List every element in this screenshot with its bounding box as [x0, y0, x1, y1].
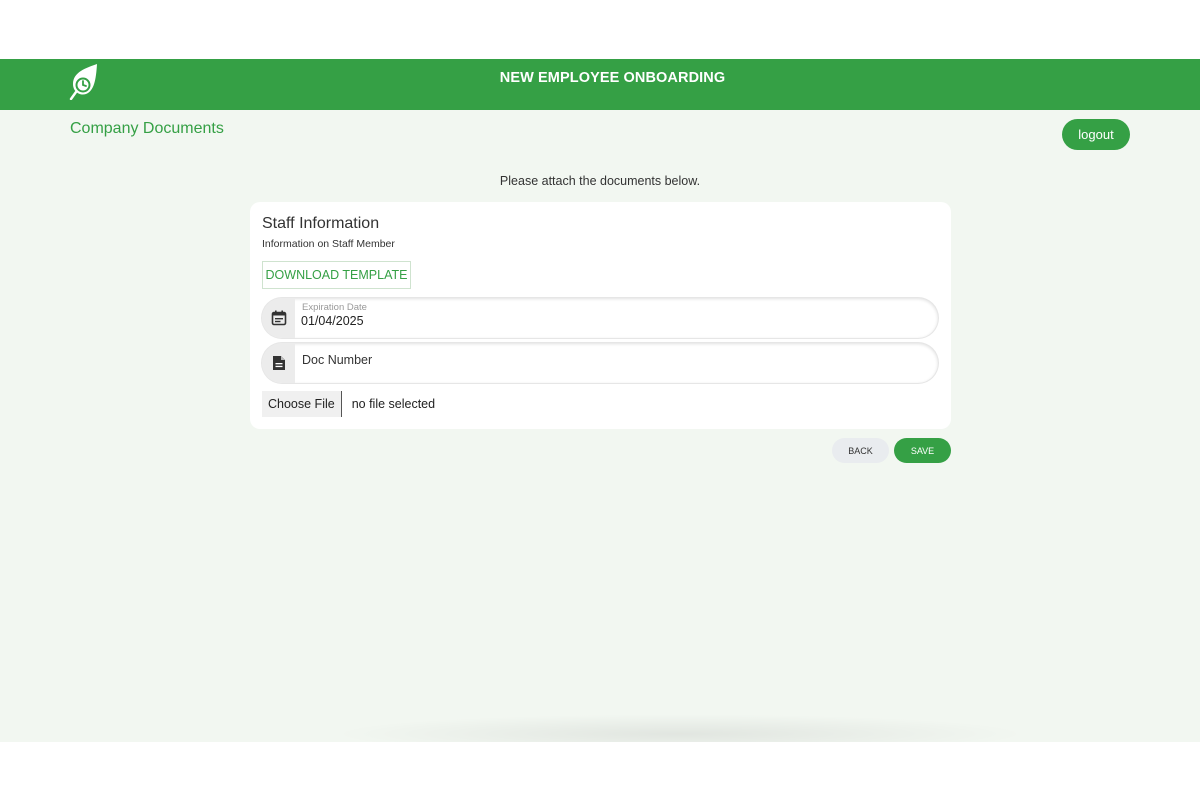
download-template-button[interactable]: DOWNLOAD TEMPLATE	[262, 261, 411, 289]
page-title: Company Documents	[70, 120, 224, 137]
expiration-date-label: Expiration Date	[302, 302, 367, 313]
logout-button[interactable]: logout	[1062, 119, 1130, 150]
doc-number-placeholder[interactable]: Doc Number	[302, 353, 372, 367]
top-bar: NEW EMPLOYEE ONBOARDING	[0, 59, 1200, 110]
app-title: NEW EMPLOYEE ONBOARDING	[499, 70, 726, 86]
expiration-icon-box	[262, 298, 295, 338]
card-subtitle: Information on Staff Member	[262, 238, 395, 250]
app-frame: NEW EMPLOYEE ONBOARDING Company Document…	[0, 59, 1200, 742]
doc-number-field[interactable]: Doc Number	[262, 343, 938, 383]
file-status: no file selected	[351, 397, 436, 411]
bottom-shadow	[330, 714, 1030, 742]
card-title: Staff Information	[262, 215, 380, 232]
staff-info-card: Staff Information Information on Staff M…	[250, 202, 951, 429]
expiration-date-field[interactable]: Expiration Date 01/04/2025	[262, 298, 938, 338]
instruction-text: Please attach the documents below.	[499, 174, 701, 188]
file-input: Choose File no file selected	[262, 391, 435, 417]
doc-number-icon-box	[262, 343, 295, 383]
choose-file-button[interactable]: Choose File	[262, 391, 342, 417]
document-icon	[272, 356, 285, 370]
expiration-date-value[interactable]: 01/04/2025	[301, 314, 364, 328]
calendar-icon	[271, 310, 286, 326]
back-button[interactable]: BACK	[832, 438, 889, 463]
content-sheet: Company Documents logout Please attach t…	[0, 110, 1200, 742]
save-button[interactable]: SAVE	[894, 438, 951, 463]
